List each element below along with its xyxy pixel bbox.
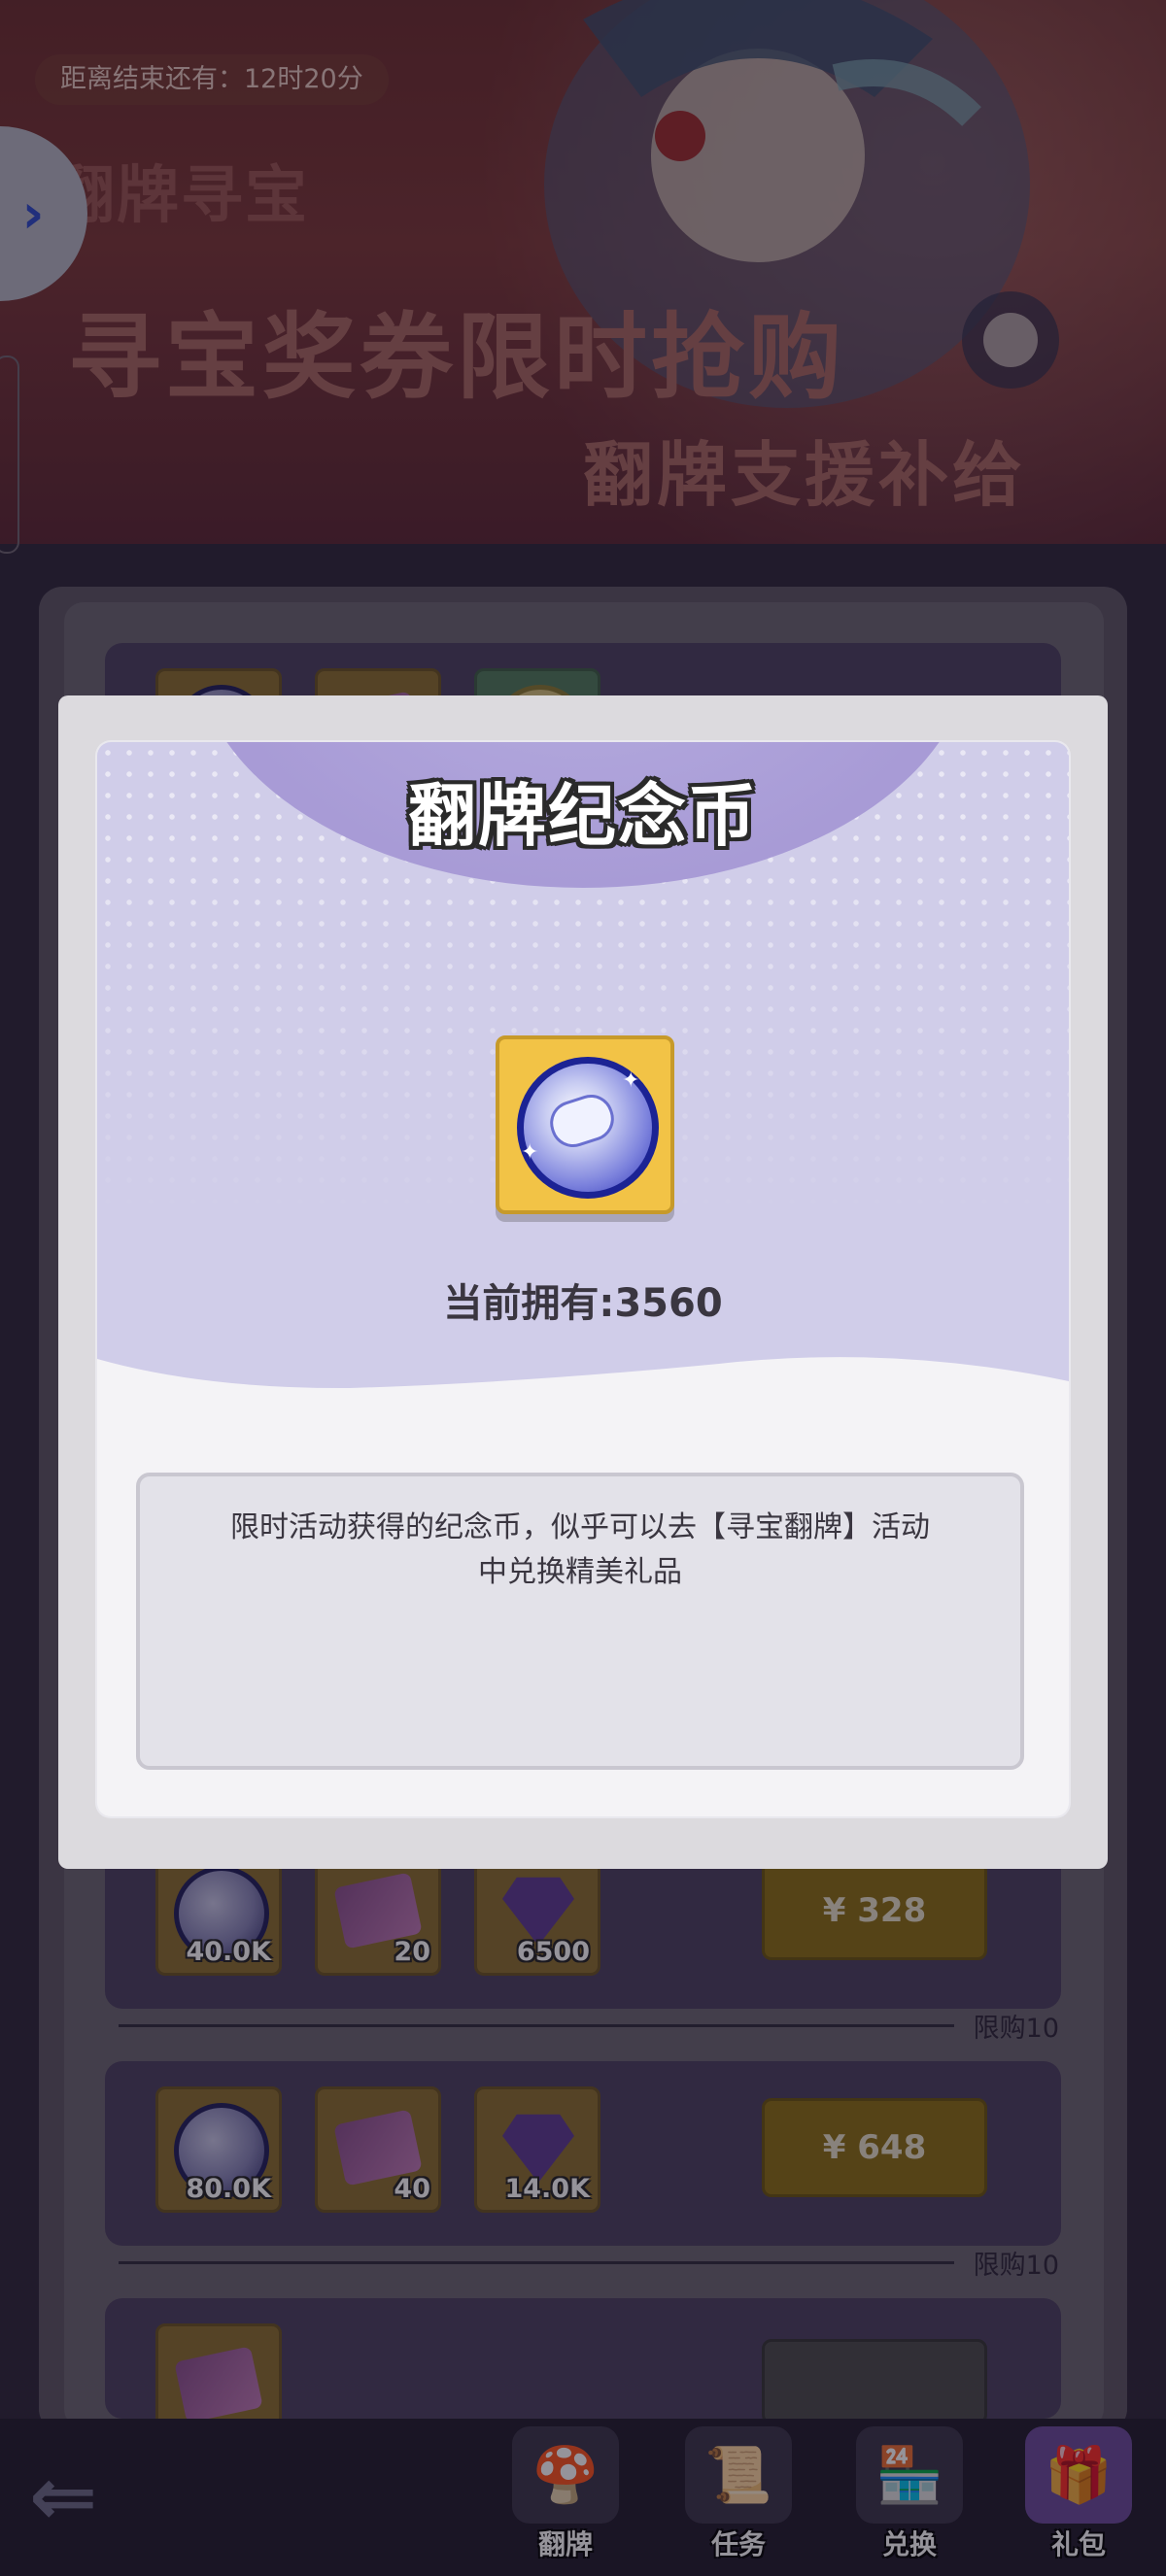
wave-divider (97, 1344, 1069, 1461)
description-line: 限时活动获得的纪念币，似乎可以去【寻宝翻牌】活动 (230, 1510, 930, 1544)
item-description: 限时活动获得的纪念币，似乎可以去【寻宝翻牌】活动 中兑换精美礼品 (136, 1473, 1024, 1770)
item-info-modal: 翻牌纪念币 ✦ ✦ 当前拥有:3560 限时活动获得的纪念币，似乎可以去【寻宝翻… (97, 742, 1069, 1816)
sparkle-icon: ✦ (521, 1140, 539, 1165)
owned-count: 当前拥有:3560 (443, 1281, 723, 1326)
description-line: 中兑换精美礼品 (478, 1555, 682, 1589)
modal-title: 翻牌纪念币 (408, 776, 758, 856)
item-card: ✦ ✦ (496, 1035, 674, 1214)
sparkle-icon: ✦ (622, 1068, 640, 1093)
